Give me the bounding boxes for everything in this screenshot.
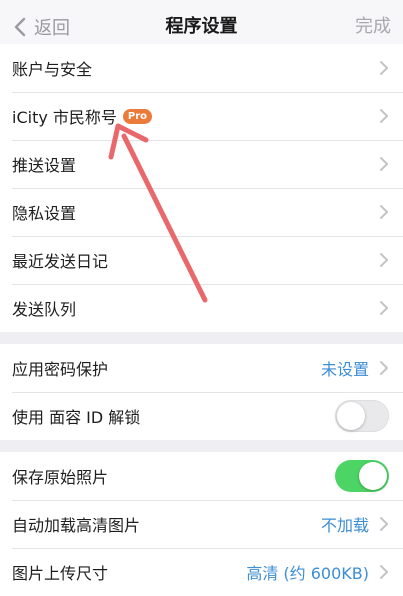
chevron-right-icon — [380, 361, 388, 375]
row-label: 使用 面容 ID 解锁 — [12, 408, 141, 427]
toggle-knob — [359, 462, 387, 490]
row-value: 高清 (约 600KB) — [246, 564, 369, 583]
row-label: 账户与安全 — [12, 60, 93, 79]
chevron-right-icon — [380, 109, 388, 123]
row-value: 不加载 — [320, 516, 369, 535]
face-id-toggle[interactable] — [335, 400, 389, 432]
row-label: 隐私设置 — [12, 204, 77, 223]
chevron-right-icon — [380, 157, 388, 171]
settings-group-images: 保存原始照片 自动加载高清图片 不加载 图片上传尺寸 高清 (约 600KB) — [0, 452, 403, 596]
pro-badge: Pro — [122, 108, 153, 124]
row-face-id-unlock: 使用 面容 ID 解锁 — [0, 392, 403, 440]
row-send-queue[interactable]: 发送队列 — [0, 284, 403, 332]
chevron-right-icon — [380, 253, 388, 267]
chevron-right-icon — [380, 61, 388, 75]
row-label: iCity 市民称号 — [12, 108, 117, 127]
chevron-right-icon — [380, 517, 388, 531]
save-original-toggle[interactable] — [335, 460, 389, 492]
row-auto-load-hd[interactable]: 自动加载高清图片 不加载 — [0, 500, 403, 548]
row-push-settings[interactable]: 推送设置 — [0, 140, 403, 188]
row-label: 保存原始照片 — [12, 468, 109, 487]
row-label: 推送设置 — [12, 156, 77, 175]
chevron-right-icon — [380, 205, 388, 219]
chevron-right-icon — [380, 301, 388, 315]
row-app-password[interactable]: 应用密码保护 未设置 — [0, 344, 403, 392]
row-icity-citizen-title[interactable]: iCity 市民称号 Pro — [0, 92, 403, 140]
settings-group-security: 应用密码保护 未设置 使用 面容 ID 解锁 — [0, 344, 403, 440]
row-label: 应用密码保护 — [12, 360, 109, 379]
row-label: 图片上传尺寸 — [12, 564, 109, 583]
row-account-security[interactable]: 账户与安全 — [0, 44, 403, 92]
row-save-original-photos: 保存原始照片 — [0, 452, 403, 500]
row-recent-diaries[interactable]: 最近发送日记 — [0, 236, 403, 284]
row-privacy-settings[interactable]: 隐私设置 — [0, 188, 403, 236]
settings-group-general: 账户与安全 iCity 市民称号 Pro 推送设置 隐私设置 最近发送日记 发送… — [0, 44, 403, 332]
row-upload-size[interactable]: 图片上传尺寸 高清 (约 600KB) — [0, 548, 403, 596]
row-value: 未设置 — [320, 360, 369, 379]
chevron-right-icon — [380, 565, 388, 579]
toggle-knob — [337, 402, 365, 430]
row-label: 最近发送日记 — [12, 252, 109, 271]
row-label: 自动加载高清图片 — [12, 516, 141, 535]
row-label: 发送队列 — [12, 300, 77, 319]
